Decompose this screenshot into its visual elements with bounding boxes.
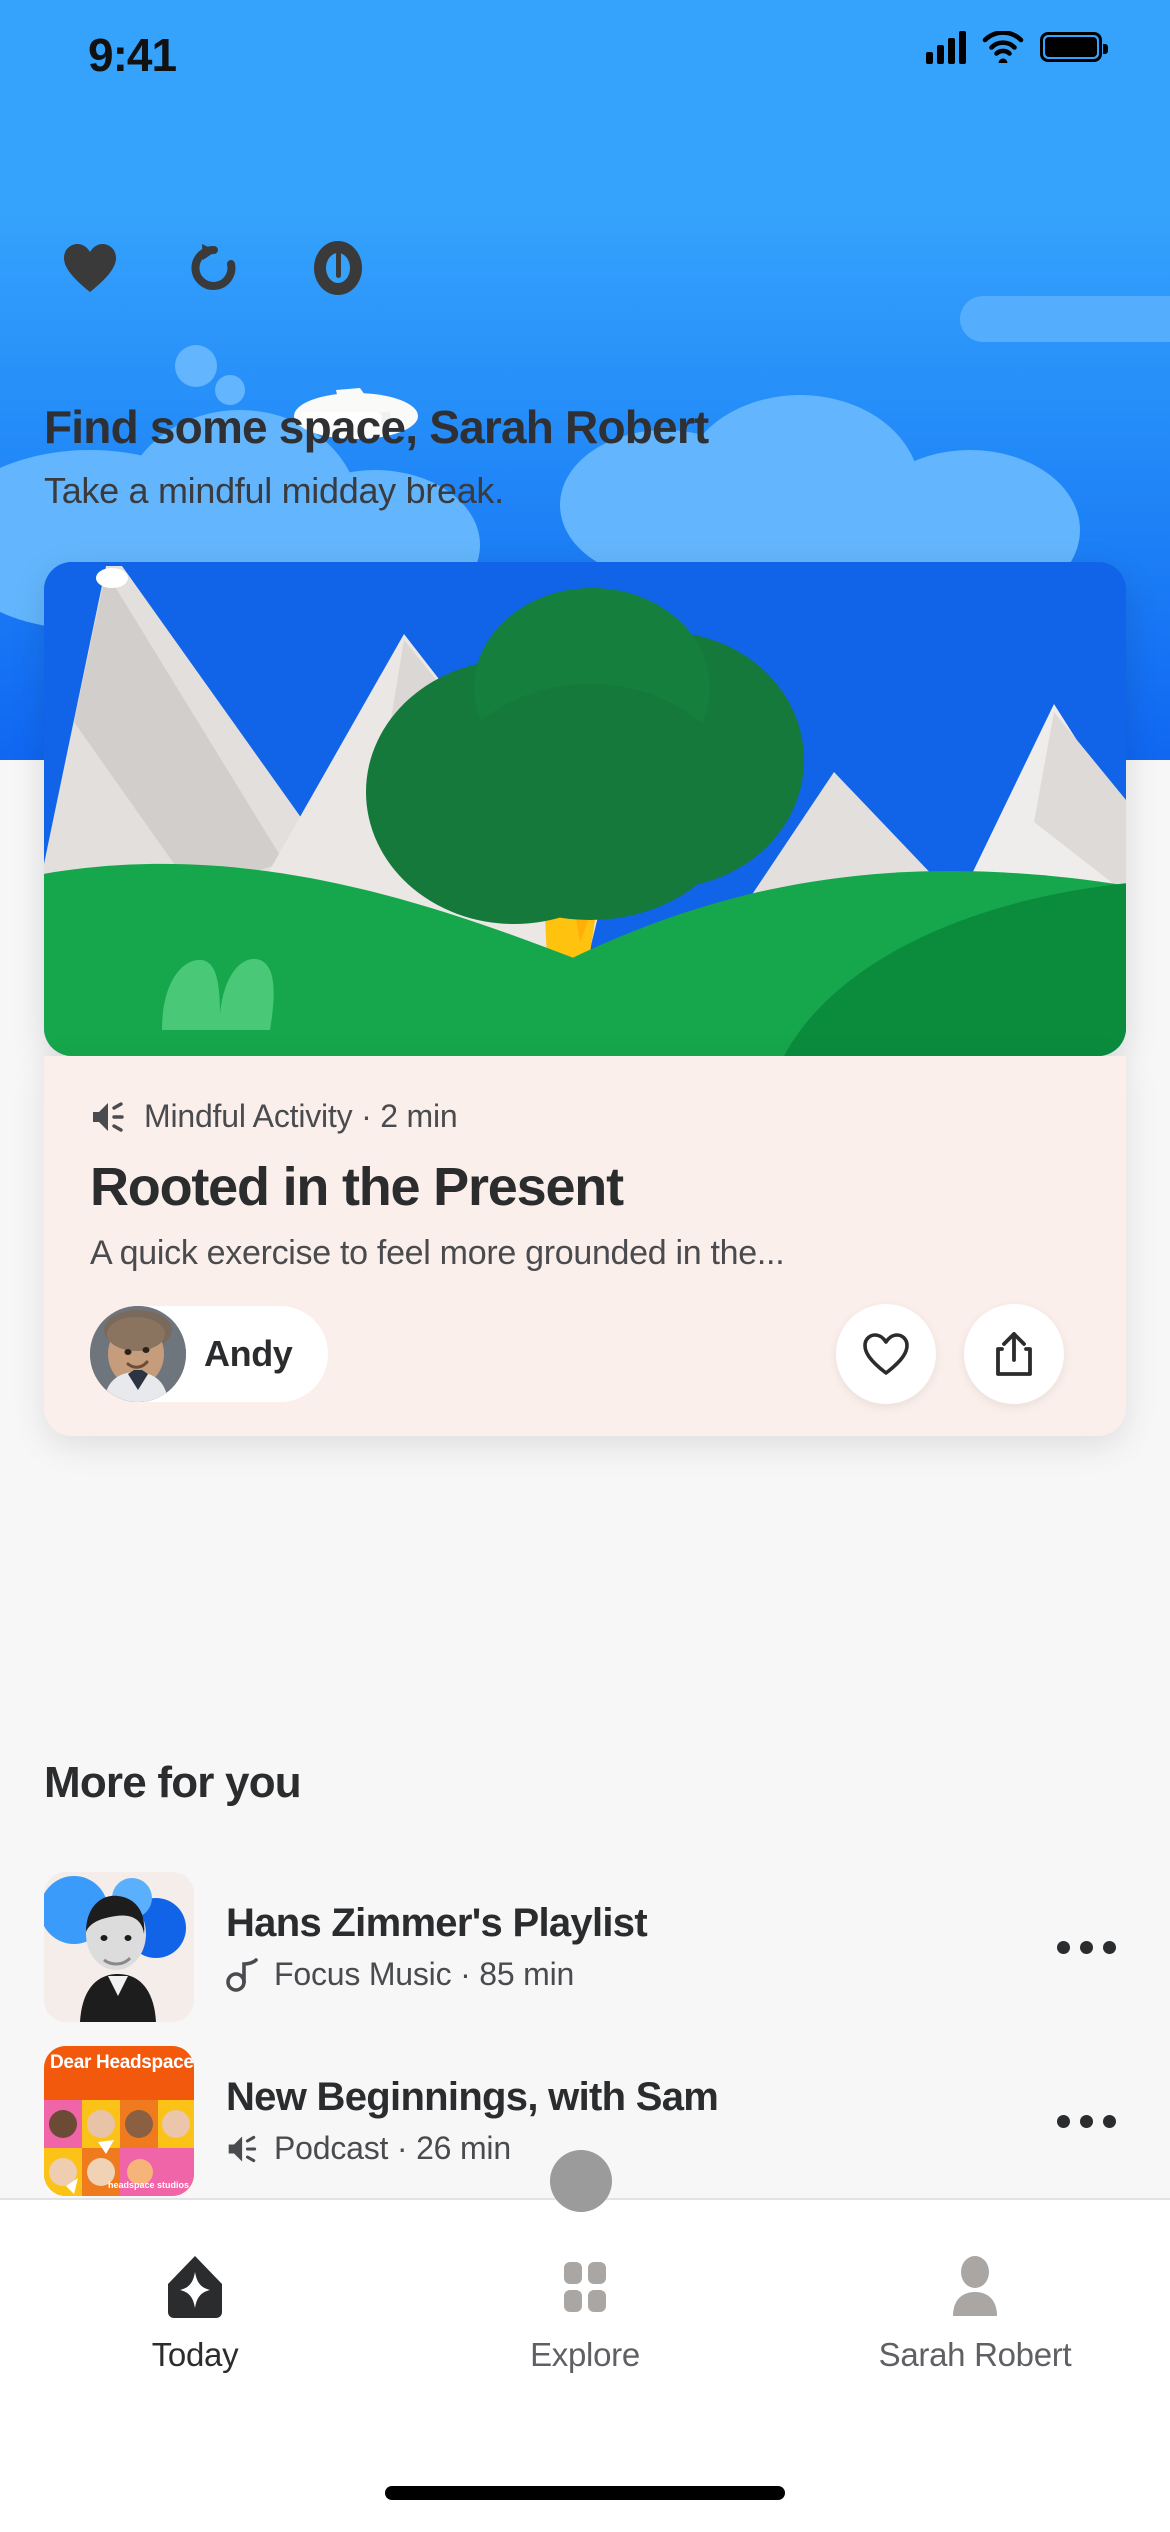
more-options-icon[interactable] bbox=[1047, 2095, 1126, 2148]
hero-card-illustration[interactable] bbox=[44, 562, 1126, 1056]
status-time: 9:41 bbox=[88, 29, 177, 81]
hero-card-body[interactable]: Mindful Activity · 2 min Rooted in the P… bbox=[44, 1056, 1126, 1436]
wifi-icon bbox=[982, 31, 1024, 63]
list-item-subtitle-row: Podcast · 26 min bbox=[226, 2130, 1047, 2167]
list-item-subtitle: Podcast · 26 min bbox=[274, 2130, 511, 2166]
tab-profile-label: Sarah Robert bbox=[878, 2336, 1072, 2373]
home-sparkle-icon bbox=[168, 2256, 222, 2318]
hero-title: Rooted in the Present bbox=[90, 1157, 624, 1217]
list-item-subtitle-row: Focus Music · 85 min bbox=[226, 1956, 1047, 1993]
signal-bars-icon bbox=[926, 30, 966, 64]
list-item-subtitle: Focus Music · 85 min bbox=[274, 1956, 575, 1992]
list-item-text: Hans Zimmer's Playlist Focus Music · 85 … bbox=[226, 1901, 1047, 1993]
tab-today[interactable]: Today bbox=[0, 2254, 390, 2374]
battery-icon bbox=[1040, 32, 1108, 62]
tab-bar: Today Explore Sarah Robert bbox=[0, 2200, 1170, 2532]
dear-headspace-cover: Dear Headspace headspace studios bbox=[44, 2046, 194, 2196]
music-note-icon bbox=[226, 1957, 258, 1992]
decorative-cloud-dot bbox=[175, 345, 217, 387]
status-indicators bbox=[926, 30, 1108, 64]
hero-meta-row: Mindful Activity · 2 min bbox=[90, 1098, 458, 1135]
like-button[interactable] bbox=[836, 1304, 936, 1404]
section-title-more-for-you: More for you bbox=[44, 1758, 302, 1807]
nature-illustration bbox=[44, 562, 1126, 1056]
thumbnail-label: Dear Headspace bbox=[50, 2052, 194, 2073]
hans-zimmer-portrait bbox=[44, 1872, 194, 2022]
hero-description: A quick exercise to feel more grounded i… bbox=[90, 1234, 785, 1272]
share-icon bbox=[996, 1332, 1032, 1376]
home-indicator bbox=[385, 2486, 785, 2500]
list-item-text: New Beginnings, with Sam Podcast · 26 mi… bbox=[226, 2075, 1047, 2167]
scroll-handle[interactable] bbox=[550, 2150, 612, 2212]
speaker-sound-icon bbox=[228, 2135, 257, 2162]
author-name: Andy bbox=[204, 1333, 293, 1374]
avatar bbox=[90, 1306, 186, 1402]
history-refresh-icon[interactable] bbox=[176, 230, 252, 306]
thumbnail-sublabel: headspace studios bbox=[107, 2179, 189, 2190]
author-pill[interactable]: Andy bbox=[90, 1306, 329, 1402]
tab-explore[interactable]: Explore bbox=[390, 2254, 780, 2374]
person-icon bbox=[953, 2256, 997, 2316]
page-subtitle: Take a mindful midday break. bbox=[44, 470, 504, 511]
speaker-sound-icon bbox=[93, 1101, 124, 1132]
share-button[interactable] bbox=[964, 1304, 1064, 1404]
grid-icon bbox=[564, 2262, 606, 2312]
more-options-icon[interactable] bbox=[1047, 1921, 1126, 1974]
list-item-title: New Beginnings, with Sam bbox=[226, 2075, 719, 2119]
tab-explore-label: Explore bbox=[530, 2336, 640, 2373]
favorites-heart-icon[interactable] bbox=[52, 230, 128, 306]
reminders-clock-icon[interactable] bbox=[300, 230, 376, 306]
page-title: Find some space, Sarah Robert bbox=[44, 401, 709, 453]
list-item[interactable]: Hans Zimmer's Playlist Focus Music · 85 … bbox=[0, 1862, 1170, 2032]
tab-profile[interactable]: Sarah Robert bbox=[780, 2254, 1170, 2374]
status-bar: 9:41 bbox=[0, 0, 1170, 110]
tab-today-label: Today bbox=[151, 2336, 239, 2373]
hero-meta-text: Mindful Activity · 2 min bbox=[144, 1098, 458, 1134]
heart-outline-icon bbox=[863, 1333, 909, 1375]
header-icon-row bbox=[0, 228, 1170, 308]
list-item-title: Hans Zimmer's Playlist bbox=[226, 1901, 648, 1945]
